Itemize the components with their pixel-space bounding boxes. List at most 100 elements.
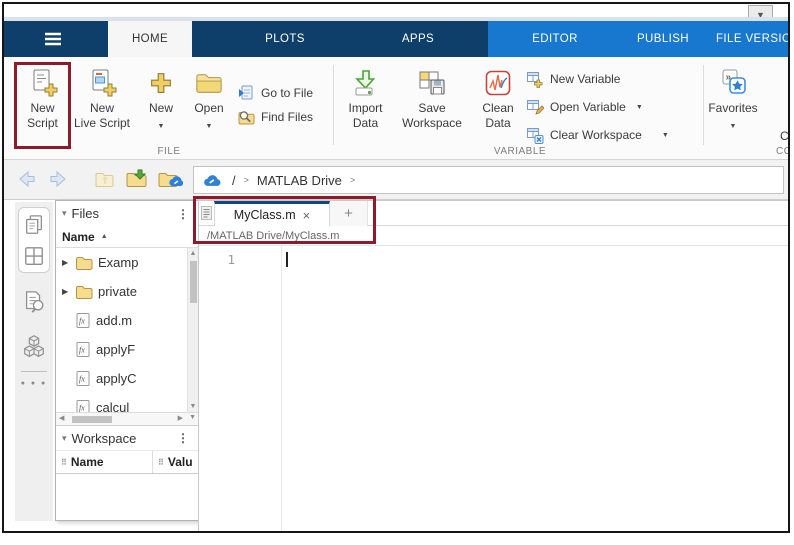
folder-up-icon — [95, 173, 114, 187]
cubes-icon — [24, 335, 44, 358]
workspace-value-column[interactable]: ⠿ Valu — [153, 451, 198, 473]
workspace-menu-button[interactable]: ⋮ — [174, 431, 192, 445]
document-bar-menu-button[interactable] — [201, 206, 212, 220]
horizontal-scrollbar[interactable]: ◀ ▶ ▼ — [56, 412, 198, 425]
vertical-scrollbar[interactable]: ▲ ▼ — [187, 248, 198, 412]
files-name-column-header[interactable]: Name ▲ — [56, 226, 198, 248]
clean-data-button[interactable]: Clean Data — [474, 65, 522, 131]
new-live-script-button[interactable]: New Live Script — [70, 65, 134, 131]
find-files-button[interactable]: Find Files — [237, 105, 313, 129]
clipped-toolstrip-button[interactable]: C — [780, 129, 788, 143]
file-path: /MATLAB Drive/MyClass.m — [207, 229, 340, 242]
import-data-icon — [351, 65, 381, 101]
clear-workspace-button[interactable]: Clear Workspace ▼ — [526, 121, 698, 149]
button-label: Script — [27, 116, 58, 130]
workspace-panel-header: ▾ Workspace ⋮ — [56, 425, 198, 450]
file-row[interactable]: ▶ private — [56, 277, 198, 306]
clean-data-icon — [483, 65, 513, 101]
gutter-separator — [281, 246, 282, 531]
go-to-file-button[interactable]: Go to File — [237, 81, 313, 105]
dropdown-arrow-icon: ▼ — [157, 123, 165, 130]
button-label: Clear Workspace — [550, 128, 642, 142]
workspace-column-headers: ⠿ Name ⠿ Valu — [56, 450, 198, 474]
menu-button[interactable] — [34, 21, 72, 57]
save-workspace-button[interactable]: Save Workspace — [397, 65, 467, 131]
address-bar: / > MATLAB Drive > — [4, 160, 788, 200]
new-script-button[interactable]: New Script — [14, 65, 71, 131]
tab-home[interactable]: HOME — [108, 21, 192, 57]
new-variable-button[interactable]: New Variable — [526, 65, 698, 93]
scroll-up-icon[interactable]: ▲ — [188, 250, 198, 257]
new-button[interactable]: New ▼ — [136, 65, 186, 134]
tab-label: APPS — [401, 33, 435, 45]
workspace-name-column[interactable]: ⠿ Name — [56, 451, 153, 473]
open-variable-button[interactable]: Open Variable ▼ — [526, 93, 698, 121]
upload-to-drive-button[interactable] — [124, 168, 148, 190]
variable-section-label: VARIABLE — [493, 146, 547, 157]
file-name: applyC — [96, 371, 137, 386]
button-label: Workspace — [402, 116, 462, 130]
expand-arrow-icon[interactable]: ▶ — [62, 287, 70, 296]
tab-editor[interactable]: EDITOR — [505, 21, 605, 57]
up-one-level-button[interactable] — [93, 168, 115, 190]
dropdown-arrow-icon: ▼ — [205, 123, 213, 130]
scrollbar-thumb[interactable] — [190, 261, 197, 303]
tab-file-versions[interactable]: FILE VERSION — [716, 21, 788, 57]
workspace-empty-body — [56, 474, 198, 520]
scrollbar-thumb[interactable] — [72, 416, 112, 423]
sidebar-more-button[interactable]: ● ● ● — [21, 380, 48, 387]
chevron-right-icon: > — [243, 175, 249, 185]
favorites-button[interactable]: » Favorites ▼ — [704, 65, 762, 134]
scroll-down-icon[interactable]: ▼ — [188, 403, 198, 410]
new-plus-icon — [146, 65, 176, 101]
close-tab-icon[interactable]: × — [303, 208, 311, 223]
sidebar-item-layout[interactable] — [23, 245, 45, 267]
column-label: Name — [70, 455, 104, 469]
collapse-triangle-icon[interactable]: ▾ — [62, 433, 67, 444]
scroll-down-icon[interactable]: ▼ — [189, 414, 196, 421]
file-name: Examp — [98, 255, 139, 270]
dropdown-arrow-icon: ▼ — [635, 103, 643, 111]
forward-button[interactable] — [47, 168, 69, 190]
open-variable-icon — [527, 100, 544, 115]
button-label: Find Files — [261, 110, 314, 124]
file-row[interactable]: fx add.m — [56, 306, 198, 335]
tab-publish[interactable]: PUBLISH — [617, 21, 709, 57]
scroll-right-icon[interactable]: ▶ — [178, 414, 183, 422]
files-menu-button[interactable]: ⋮ — [174, 207, 192, 221]
sidebar-item-files[interactable] — [23, 213, 45, 237]
function-file-icon: fx — [76, 400, 90, 412]
new-tab-button[interactable]: + — [330, 201, 368, 226]
function-file-icon: fx — [76, 313, 90, 328]
svg-text:fx: fx — [79, 346, 85, 355]
button-label: Import — [348, 101, 383, 115]
editor-body[interactable]: 1 — [199, 246, 788, 531]
collapse-triangle-icon[interactable]: ▾ — [62, 208, 67, 219]
breadcrumb-root[interactable]: / — [232, 173, 236, 188]
file-name: calcul — [96, 400, 130, 412]
open-cloud-folder-button[interactable] — [157, 168, 183, 190]
file-row[interactable]: fx calcul — [56, 393, 198, 412]
drag-grip-icon: ⠿ — [158, 457, 164, 467]
scroll-left-icon[interactable]: ◀ — [59, 414, 64, 422]
file-row[interactable]: fx applyF — [56, 335, 198, 364]
tab-label: FILE VERSION — [716, 33, 788, 45]
open-button[interactable]: Open ▼ — [184, 65, 234, 134]
import-data-button[interactable]: Import Data — [338, 65, 393, 131]
file-path-bar: /MATLAB Drive/MyClass.m — [199, 226, 788, 246]
tab-plots[interactable]: PLOTS — [235, 21, 335, 57]
file-row[interactable]: ▶ Examp — [56, 248, 198, 277]
new-live-script-icon — [86, 65, 118, 101]
sidebar-item-search-documents[interactable] — [22, 289, 46, 315]
file-name: private — [98, 284, 138, 299]
back-arrow-icon — [19, 170, 35, 188]
expand-arrow-icon[interactable]: ▶ — [62, 258, 70, 267]
editor-tab-myclass[interactable]: MyClass.m × — [214, 201, 330, 226]
tab-label: PUBLISH — [636, 33, 689, 45]
sidebar-item-addons[interactable] — [21, 333, 47, 359]
breadcrumb-folder[interactable]: MATLAB Drive — [257, 173, 342, 188]
back-button[interactable] — [16, 168, 38, 190]
button-label: New — [89, 101, 114, 115]
tab-apps[interactable]: APPS — [368, 21, 468, 57]
file-row[interactable]: fx applyC — [56, 364, 198, 393]
